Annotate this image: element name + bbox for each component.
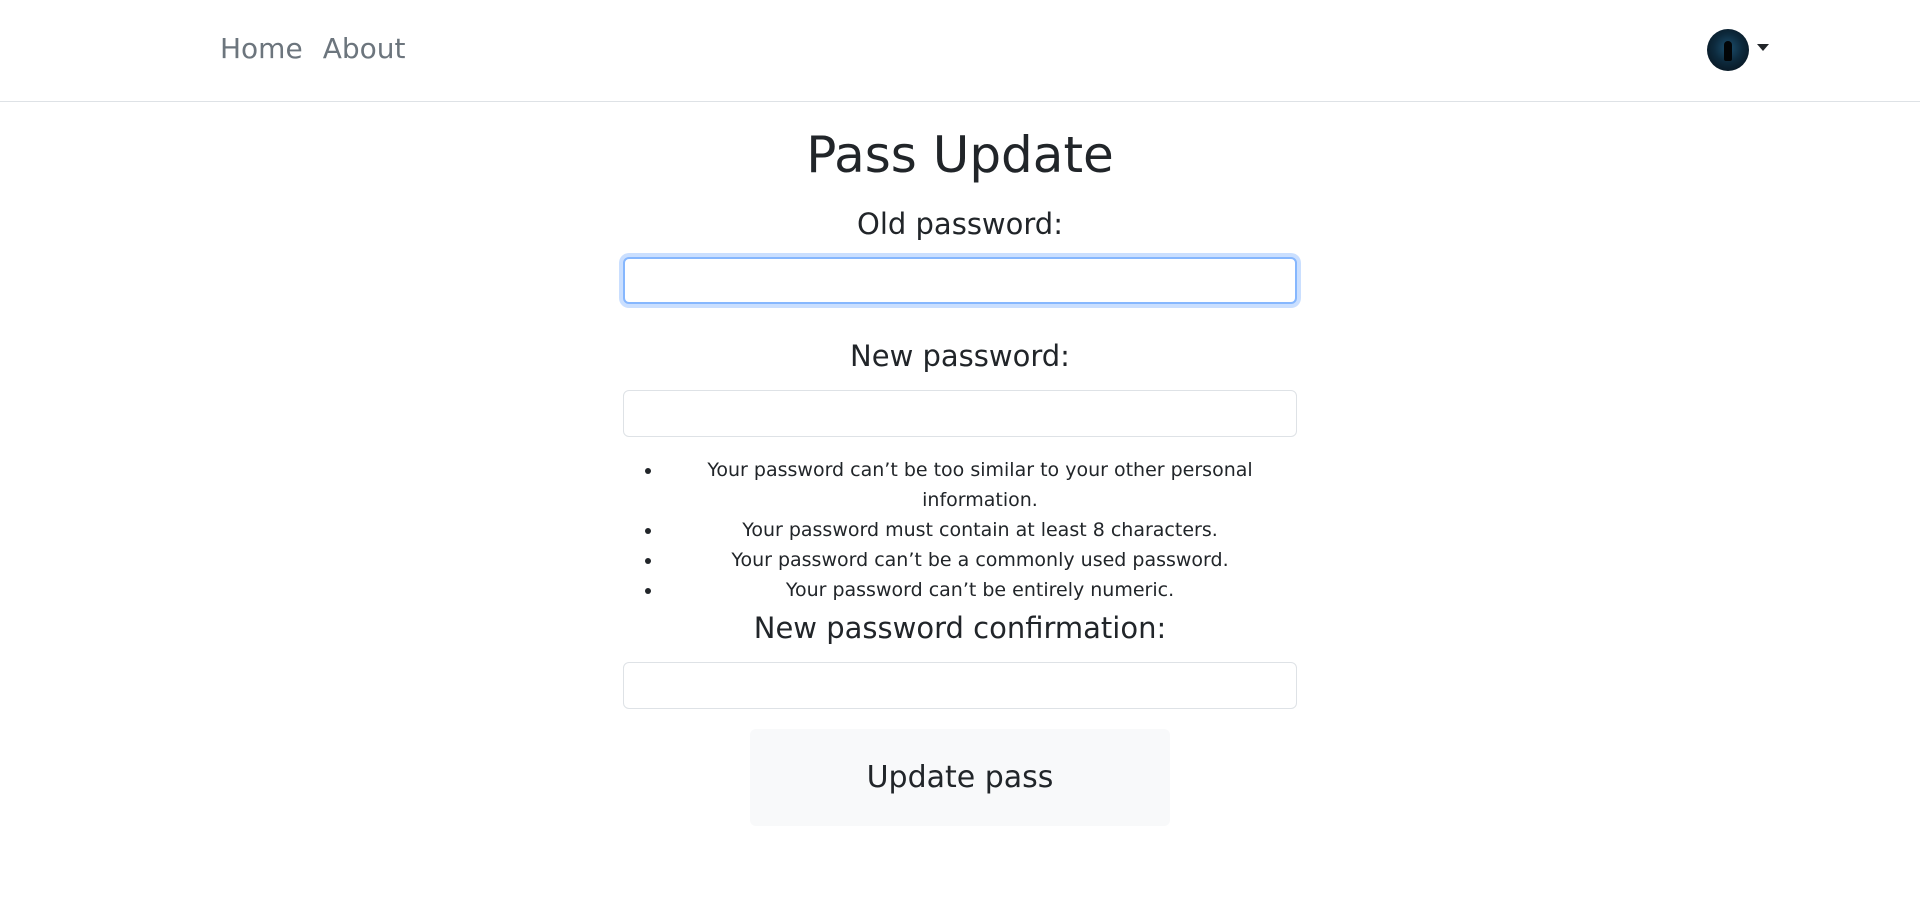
- help-item: Your password can’t be entirely numeric.: [663, 575, 1297, 605]
- help-item: Your password can’t be too similar to yo…: [663, 455, 1297, 515]
- old-password-label: Old password:: [857, 207, 1063, 241]
- new-password-input[interactable]: [623, 390, 1297, 437]
- new-password-label: New password:: [850, 339, 1070, 373]
- update-pass-button[interactable]: Update pass: [750, 729, 1170, 826]
- avatar-figure: [1724, 41, 1732, 61]
- nav-link-about[interactable]: About: [323, 30, 406, 68]
- user-menu-toggle[interactable]: [1707, 29, 1769, 71]
- confirm-password-input[interactable]: [623, 662, 1297, 709]
- password-help-list: Your password can’t be too similar to yo…: [623, 455, 1297, 605]
- nav-links: Home About: [220, 30, 405, 68]
- old-password-input[interactable]: [623, 257, 1297, 304]
- confirm-password-label: New password confirmation:: [753, 611, 1167, 645]
- caret-down-icon[interactable]: [1757, 43, 1769, 51]
- help-item: Your password can’t be a commonly used p…: [663, 545, 1297, 575]
- help-item: Your password must contain at least 8 ch…: [663, 515, 1297, 545]
- page-title: Pass Update: [806, 126, 1114, 184]
- nav-link-home[interactable]: Home: [220, 30, 303, 68]
- top-navbar: Home About: [0, 0, 1920, 102]
- user-avatar-icon[interactable]: [1707, 29, 1749, 71]
